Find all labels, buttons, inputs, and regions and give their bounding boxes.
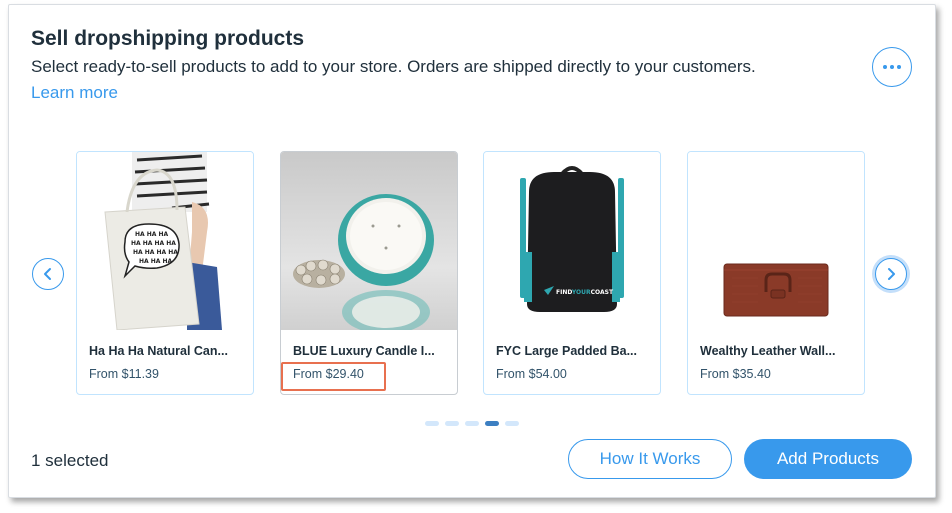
- more-actions-button[interactable]: [872, 47, 912, 87]
- product-card-tote-bag[interactable]: HA HA HA HA HA HA HA HA HA HA HA HA HA H…: [76, 151, 254, 395]
- how-it-works-button[interactable]: How It Works: [568, 439, 732, 479]
- product-name: FYC Large Padded Ba...: [496, 344, 638, 358]
- svg-text:HA HA HA HA: HA HA HA HA: [133, 249, 178, 256]
- product-price: From $35.40: [700, 367, 771, 381]
- ellipsis-icon: [883, 65, 901, 69]
- page-dot-active[interactable]: [485, 421, 499, 426]
- product-name: Wealthy Leather Wall...: [700, 344, 836, 358]
- page-dot[interactable]: [465, 421, 479, 426]
- product-name: BLUE Luxury Candle I...: [293, 344, 435, 358]
- product-price: From $11.39: [89, 367, 159, 381]
- chevron-left-icon: [44, 268, 51, 280]
- product-card-candle[interactable]: BLUE Luxury Candle I... From $29.40: [280, 151, 458, 395]
- page-dot[interactable]: [425, 421, 439, 426]
- carousel-pagination: [425, 421, 519, 426]
- product-image: [281, 152, 457, 334]
- panel-title: Sell dropshipping products: [31, 27, 304, 50]
- product-card-backpack[interactable]: FINDYOURCOAST FYC Large Padded Ba... Fro…: [483, 151, 661, 395]
- svg-text:FINDYOURCOAST: FINDYOURCOAST: [556, 289, 614, 296]
- panel-subtitle: Select ready-to-sell products to add to …: [31, 57, 756, 76]
- page-dot[interactable]: [445, 421, 459, 426]
- carousel-next-button[interactable]: [875, 258, 907, 290]
- page-dot[interactable]: [505, 421, 519, 426]
- learn-more-link[interactable]: Learn more: [31, 83, 118, 103]
- selected-count: 1 selected: [31, 451, 109, 470]
- product-image: HA HA HA HA HA HA HA HA HA HA HA HA HA H…: [77, 152, 253, 331]
- svg-text:HA HA HA: HA HA HA: [135, 231, 169, 238]
- dropshipping-panel: Sell dropshipping products Select ready-…: [8, 4, 936, 498]
- price-highlight-box: [281, 362, 386, 391]
- chevron-right-icon: [888, 268, 895, 280]
- add-products-button[interactable]: Add Products: [744, 439, 912, 479]
- carousel-prev-button[interactable]: [32, 258, 64, 290]
- product-image: FINDYOURCOAST: [484, 152, 660, 330]
- product-card-wallet[interactable]: Wealthy Leather Wall... From $35.40: [687, 151, 865, 395]
- product-image: [688, 152, 864, 330]
- product-name: Ha Ha Ha Natural Can...: [89, 344, 228, 358]
- svg-text:HA HA HA: HA HA HA: [139, 258, 173, 265]
- product-price: From $54.00: [496, 367, 567, 381]
- svg-text:HA HA HA HA: HA HA HA HA: [131, 240, 176, 247]
